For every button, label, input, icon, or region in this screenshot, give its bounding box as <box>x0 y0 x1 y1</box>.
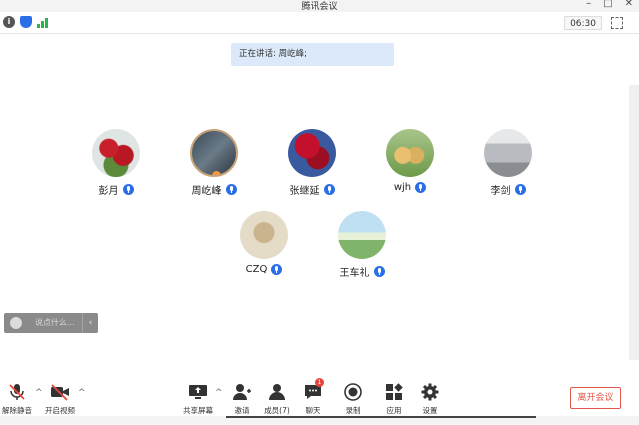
microphone-icon <box>514 184 526 195</box>
microphone-icon <box>271 264 283 275</box>
participant-tile[interactable]: 李剑 <box>468 129 548 197</box>
participant-tile[interactable]: 周屹峰 <box>174 129 254 197</box>
camera-off-icon <box>50 383 70 401</box>
avatar <box>338 211 386 259</box>
minimize-icon[interactable]: – <box>586 0 591 9</box>
participant-tile[interactable]: CZQ <box>224 211 304 275</box>
participant-name: 彭月 <box>98 186 119 197</box>
fullscreen-icon[interactable] <box>611 17 623 29</box>
members-button[interactable]: 成员(7) <box>257 383 297 416</box>
start-video-label: 开启视频 <box>45 406 75 415</box>
participant-name: 李剑 <box>490 186 511 197</box>
leave-meeting-button[interactable]: 离开会议 <box>570 387 621 409</box>
participant-name: 周屹峰 <box>191 186 222 197</box>
microphone-icon <box>373 266 385 277</box>
chat-button[interactable]: 1 聊天 <box>293 378 333 416</box>
window-title: 腾讯会议 <box>301 2 338 12</box>
microphone-icon <box>225 184 237 195</box>
maximize-icon[interactable]: □ <box>603 0 612 9</box>
apps-button[interactable]: 应用 <box>374 383 414 416</box>
participant-tile[interactable]: wjh <box>370 129 450 193</box>
share-screen-label: 共享屏幕 <box>183 406 213 415</box>
participant-tile[interactable]: 张继延 <box>272 129 352 197</box>
avatar <box>386 129 434 177</box>
participant-name: 张继延 <box>289 186 320 197</box>
collapse-chat-icon[interactable]: ‹ <box>82 313 98 333</box>
settings-label: 设置 <box>422 406 438 415</box>
emoji-icon[interactable] <box>10 317 22 329</box>
share-screen-icon <box>188 383 208 401</box>
avatar <box>190 129 238 177</box>
microphone-icon <box>323 184 335 195</box>
invite-user-icon <box>232 383 252 401</box>
chat-placeholder: 说点什么... <box>35 318 75 327</box>
signal-icon[interactable] <box>37 17 48 28</box>
window-controls: – □ ✕ <box>586 0 633 9</box>
shield-icon[interactable] <box>20 16 32 28</box>
unmute-button[interactable]: 解除静音 <box>0 383 37 416</box>
participant-tile[interactable]: 王车礼 <box>322 211 402 279</box>
share-screen-button[interactable]: 共享屏幕 <box>178 383 218 416</box>
gear-icon <box>420 383 440 401</box>
participant-name: wjh <box>393 182 412 193</box>
side-panel-edge <box>629 85 639 360</box>
participant-name: CZQ <box>245 264 268 275</box>
invite-button[interactable]: 邀请 <box>222 383 262 416</box>
chat-label: 聊天 <box>305 406 321 415</box>
microphone-icon <box>122 184 134 195</box>
members-label: 成员(7) <box>264 406 290 415</box>
unmute-label: 解除静音 <box>2 406 32 415</box>
meeting-info-bar: i 06:30 <box>0 12 639 34</box>
info-icon[interactable]: i <box>3 16 15 28</box>
avatar <box>288 129 336 177</box>
speaking-banner: 正在讲话: 周屹峰; <box>231 43 394 66</box>
start-video-button[interactable]: 开启视频 <box>40 383 80 416</box>
participant-tile[interactable]: 彭月 <box>76 129 156 197</box>
settings-button[interactable]: 设置 <box>410 383 450 416</box>
invite-label: 邀请 <box>234 406 250 415</box>
title-bar: 腾讯会议 – □ ✕ <box>0 0 639 12</box>
microphone-icon <box>415 182 427 193</box>
members-icon <box>267 383 287 401</box>
record-button[interactable]: 录制 <box>333 383 373 416</box>
apps-icon <box>384 383 404 401</box>
avatar <box>484 129 532 177</box>
avatar <box>92 129 140 177</box>
record-label: 录制 <box>345 406 361 415</box>
meeting-timer: 06:30 <box>564 16 602 30</box>
microphone-muted-icon <box>7 383 27 401</box>
avatar <box>240 211 288 259</box>
video-options-chevron-icon[interactable]: ^ <box>78 388 86 398</box>
close-icon[interactable]: ✕ <box>625 0 633 9</box>
host-badge-icon <box>212 171 221 175</box>
progress-line <box>226 416 536 418</box>
chat-icon: 1 <box>303 378 324 401</box>
apps-label: 应用 <box>386 406 402 415</box>
info-icons: i <box>3 16 48 28</box>
chat-unread-badge: 1 <box>315 378 324 387</box>
participant-name: 王车礼 <box>339 268 370 279</box>
record-icon <box>343 383 363 401</box>
chat-input[interactable]: 说点什么... ‹ <box>4 313 98 333</box>
